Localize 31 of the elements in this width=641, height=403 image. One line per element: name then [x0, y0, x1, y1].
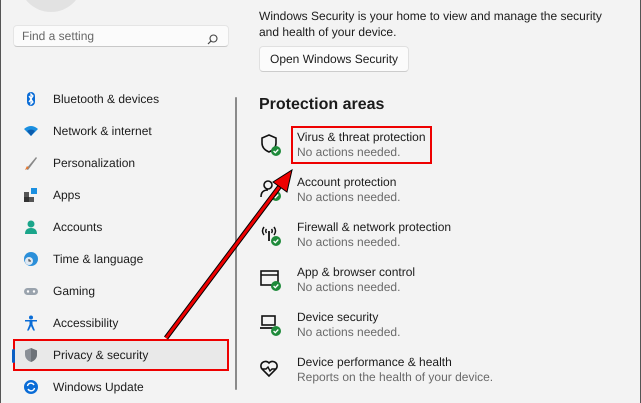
sidebar-item[interactable]: Personalization [13, 147, 229, 179]
protection-area-link[interactable]: Firewall & network protection No actions needed. [291, 216, 458, 254]
brush-icon [23, 155, 39, 171]
sidebar-item[interactable]: Bluetooth & devices [13, 83, 229, 115]
open-security-button[interactable]: Open Windows Security [259, 46, 410, 72]
section-heading: Protection areas [259, 96, 386, 114]
apps-icon [23, 187, 39, 203]
shield-icon [23, 347, 39, 363]
sidebar-item[interactable]: Gaming [13, 275, 229, 307]
protection-area-link[interactable]: App & browser control No actions needed. [291, 261, 422, 299]
sidebar-item[interactable]: Time & language [13, 243, 229, 275]
protection-area-link[interactable]: Virus & threat protection No actions needed. [291, 126, 432, 164]
clock-icon [23, 251, 39, 267]
sync-icon [23, 379, 39, 395]
description: Windows Security is your home to view and manage the security and health of your device. [259, 8, 603, 40]
sidebar-item[interactable]: Windows Update [13, 371, 229, 403]
protection-area-link[interactable]: Device security No actions needed. [291, 306, 406, 344]
protection-area-link[interactable]: Device performance & health Reports on the health of your device. [291, 351, 500, 389]
wifi-icon [23, 123, 39, 139]
selection-indicator [12, 349, 15, 363]
search-field[interactable]: Find a setting [13, 25, 229, 47]
sidebar-item[interactable]: Privacy & security [13, 339, 229, 371]
person-icon [23, 315, 39, 331]
sidebar-item[interactable]: Accounts [13, 211, 229, 243]
person-icon [23, 219, 39, 235]
search-icon [207, 34, 218, 45]
sidebar-item[interactable]: Apps [13, 179, 229, 211]
sidebar-item[interactable]: Network & internet [13, 115, 229, 147]
sidebar-item[interactable]: Accessibility [13, 307, 229, 339]
scrollbar[interactable] [235, 97, 237, 390]
protection-area-link[interactable]: Account protection No actions needed. [291, 171, 406, 209]
